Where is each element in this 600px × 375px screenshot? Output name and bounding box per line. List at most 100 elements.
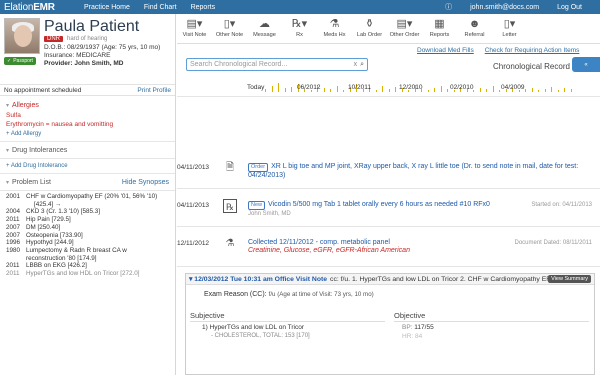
document-icon: 🗎 <box>225 162 235 173</box>
chronological-record-title: Chronological Record <box>493 62 570 71</box>
problem-text: LBBB on EKG [426.2] <box>26 262 87 270</box>
report-icon: ▦ <box>434 18 445 30</box>
add-allergy-link[interactable]: + Add Allergy <box>0 129 175 139</box>
rx-icon: ℞ <box>223 199 237 213</box>
nav-reports[interactable]: Reports <box>191 4 216 11</box>
entry-date: 04/11/2013 <box>177 164 210 171</box>
meds-icon: ⚗ <box>329 18 340 30</box>
office-visit-note[interactable]: ▾ 12/03/2012 Tue 10:31 am Office Visit N… <box>185 273 595 375</box>
view-summary-button[interactable]: View Summary <box>548 275 591 283</box>
timeline-label: Today <box>247 84 265 91</box>
problem-text: Osteopenia [733.90] <box>26 231 83 239</box>
problem-year: 2004 <box>6 208 21 216</box>
subjective-item: 1) HyperTGs and low LDL on Tricor <box>202 324 304 331</box>
download-med-fills-link[interactable]: Download Med Fills <box>417 47 474 54</box>
add-drug-intolerance-link[interactable]: + Add Drug Intolerance <box>0 161 175 171</box>
exam-reason-label: Exam Reason (CC): <box>204 291 267 298</box>
allergy-item[interactable]: Sulfa <box>0 111 175 120</box>
app-logo[interactable]: ElationEMR <box>0 2 70 13</box>
rx-icon: ℞▾ <box>291 18 308 30</box>
entry-text: Collected 12/11/2012 - comp. metabolic p… <box>248 239 390 246</box>
visit-note-button[interactable]: ▤▾ Visit Note <box>177 17 212 38</box>
logout-link[interactable]: Log Out <box>557 4 582 11</box>
reports-button[interactable]: ▦ Reports <box>422 17 457 38</box>
referral-button[interactable]: ☻ Referral <box>457 17 492 38</box>
list-item[interactable]: 2011 HyperTGs and low HDL on Tricor [272… <box>0 270 175 278</box>
message-button[interactable]: ☁ Message <box>247 17 282 38</box>
clear-icon[interactable]: x <box>354 61 358 68</box>
order-badge: Order <box>248 163 269 172</box>
chevron-down-icon: ▾ <box>6 102 10 109</box>
entry-date: 04/11/2013 <box>177 202 210 209</box>
list-item[interactable]: 2007 Osteopenia [733.90] <box>0 232 175 240</box>
lab-order-button[interactable]: ⚱ Lab Order <box>352 17 387 38</box>
timeline-label: 04/2009 <box>501 84 525 91</box>
patient-provider: Provider: John Smith, MD <box>44 60 124 67</box>
user-email[interactable]: john.smith@docs.com <box>470 4 539 11</box>
letter-icon: ▯▾ <box>503 18 516 30</box>
drug-intolerances-header[interactable]: ▾ Drug Intolerances <box>0 144 175 156</box>
print-profile-link[interactable]: Print Profile <box>137 87 171 94</box>
bp-label: BP: <box>402 324 413 331</box>
note-icon: ▤▾ <box>186 18 203 30</box>
entry-text: Vicodin 5/500 mg Tab 1 tablet orally eve… <box>268 201 490 208</box>
other-note-button[interactable]: ▯▾ Other Note <box>212 17 247 38</box>
allergy-item[interactable]: Erythromycin = nausea and vomitting <box>0 120 175 129</box>
meds-hx-button[interactable]: ⚗ Meds Hx <box>317 17 352 38</box>
toolbar-label: Referral <box>464 32 485 38</box>
entry-meta: Document Dated: 08/11/2011 <box>514 240 593 246</box>
rx-button[interactable]: ℞▾ Rx <box>282 17 317 38</box>
problem-year: 2007 <box>6 231 21 239</box>
search-icon[interactable]: ⌕ <box>360 61 364 69</box>
patient-header: ✓ Passport Paula Patient DNR hard of hea… <box>0 14 175 84</box>
problem-year: 2011 <box>6 270 20 278</box>
passport-badge[interactable]: ✓ Passport <box>4 57 36 65</box>
list-item[interactable]: 2001 CHF w Cardiomyopathy EF (20% '01, 5… <box>0 193 175 208</box>
exam-reason-value: f/u (Age at time of Visit: 73 yrs, 10 mo… <box>268 291 374 298</box>
flask-icon: ⚱ <box>364 18 375 30</box>
appointment-status: No appointment scheduled <box>4 86 82 94</box>
hide-synopses-link[interactable]: Hide Synopses <box>122 179 169 186</box>
order-icon: ▤▾ <box>396 18 413 30</box>
problem-year: 2007 <box>6 223 21 231</box>
timeline-labels: Today 06/2012 10/2011 12/2010 02/2010 04… <box>177 84 600 93</box>
search-placeholder: Search Chronological Record... <box>190 61 288 68</box>
patient-photo <box>4 18 40 54</box>
list-item[interactable]: 1980 Lumpectomy & Radn R breast CA w rec… <box>0 247 175 262</box>
nav-find-chart[interactable]: Find Chart <box>144 4 177 11</box>
action-toolbar: ▤▾ Visit Note ▯▾ Other Note ☁ Message ℞▾… <box>177 14 600 44</box>
problem-list: 2001 CHF w Cardiomyopathy EF (20% '01, 5… <box>0 193 175 278</box>
subjective-heading: Subjective <box>190 311 385 322</box>
toolbar-label: Rx <box>296 32 303 38</box>
toolbar-label: Reports <box>429 32 450 38</box>
patient-name: Paula Patient <box>44 18 140 35</box>
check-action-items-link[interactable]: Check for Requiring Action Items <box>485 47 580 54</box>
entry-date: 12/11/2012 <box>177 240 210 247</box>
toolbar-label: Message <box>253 32 276 38</box>
problem-year: 2011 <box>6 262 20 270</box>
entry-meta: Started on: 04/11/2013 <box>531 202 592 208</box>
collapse-panel-tab[interactable]: « <box>572 57 600 72</box>
hr-label: HR: <box>402 333 414 340</box>
list-item[interactable]: 2007 DM [250.40] <box>0 224 175 232</box>
passport-label: Passport <box>13 58 33 64</box>
letter-button[interactable]: ▯▾ Letter <box>492 17 527 38</box>
list-item[interactable]: 1996 Hypothyd [244.9] <box>0 239 175 247</box>
list-item[interactable]: 2011 Hip Pain [729.5] <box>0 216 175 224</box>
timeline-label: 10/2011 <box>348 84 372 91</box>
list-item[interactable]: 2011 LBBB on EKG [426.2] <box>0 262 175 270</box>
visit-date: ▾ 12/03/2012 Tue 10:31 am Office Visit N… <box>189 276 328 283</box>
list-item[interactable]: 2004 CKD 3 (Cr. 1.3 '10) [585.3] <box>0 208 175 216</box>
visit-note-header[interactable]: ▾ 12/03/2012 Tue 10:31 am Office Visit N… <box>186 274 594 285</box>
toolbar-label: Visit Note <box>182 32 207 38</box>
problem-list-title: Problem List <box>12 178 51 186</box>
problem-year: 2011 <box>6 216 20 224</box>
allergies-header[interactable]: ▾ Allergies <box>0 99 175 111</box>
entry-lab-results: Creatinine, Glucose, eGFR, eGFR-African … <box>248 247 410 254</box>
search-input[interactable]: Search Chronological Record... x ⌕ <box>186 58 368 71</box>
problem-year: 1980 <box>6 246 21 254</box>
info-icon[interactable]: ⓘ <box>445 2 452 12</box>
other-order-button[interactable]: ▤▾ Other Order <box>387 17 422 38</box>
problem-list-header[interactable]: ▾ Problem List Hide Synopses <box>0 176 175 188</box>
nav-practice-home[interactable]: Practice Home <box>84 4 130 11</box>
